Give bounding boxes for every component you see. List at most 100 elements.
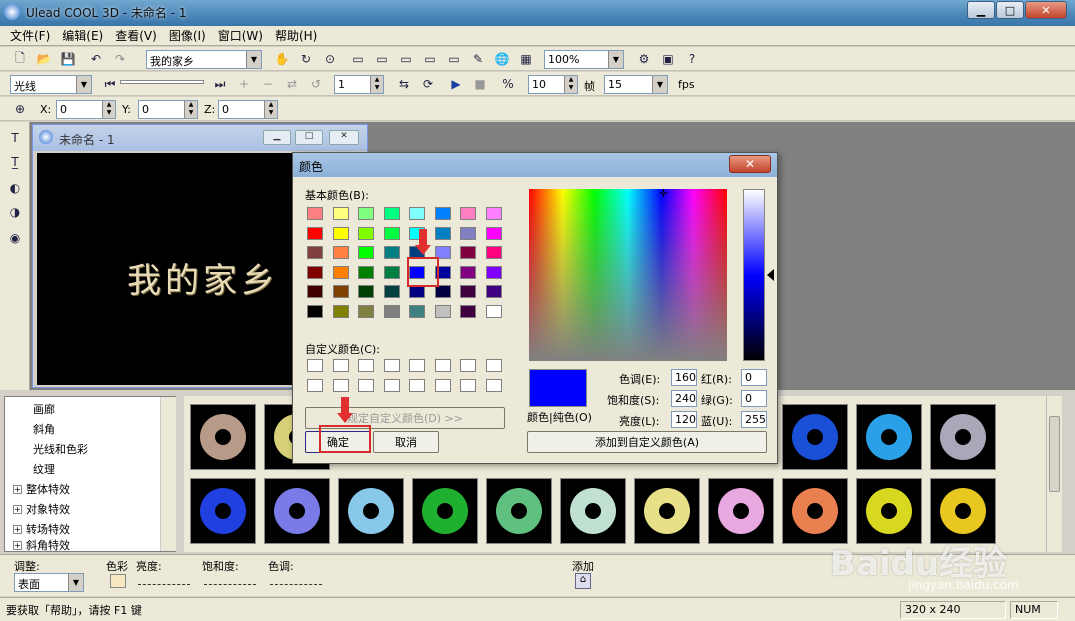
basic-color-swatch[interactable] [434, 304, 451, 318]
custom-color-swatch[interactable] [307, 359, 323, 372]
text-object-select[interactable]: 我的家乡 ▼ [146, 50, 262, 69]
basic-color-swatch[interactable] [307, 304, 323, 318]
last-key-icon[interactable]: ⏭ [210, 74, 230, 94]
basic-color-swatch[interactable] [460, 304, 476, 318]
doc-maximize-button[interactable]: □ [295, 130, 323, 145]
menu-file[interactable]: 文件(F) [4, 27, 56, 44]
basic-color-swatch[interactable] [307, 207, 323, 220]
custom-color-swatch[interactable] [434, 359, 451, 372]
sat-field[interactable]: 240 [671, 390, 697, 407]
frames-total-spinner[interactable]: 10 ▲ ▼ [528, 75, 578, 94]
close-button[interactable]: ✕ [1025, 1, 1067, 19]
add-to-custom-colors-button[interactable]: 添加到自定义颜色(A) [527, 431, 767, 453]
custom-color-swatch[interactable] [332, 379, 349, 392]
basic-color-swatch[interactable] [485, 265, 502, 279]
dialog-close-button[interactable]: ✕ [729, 155, 771, 173]
tree-item-texture[interactable]: 纹理 [33, 461, 55, 477]
edit-text-icon[interactable]: T̲ [5, 152, 25, 172]
basic-color-swatch[interactable] [460, 226, 476, 240]
effect-thumbnail[interactable] [190, 404, 256, 470]
chart-icon[interactable]: ▦ [516, 49, 536, 69]
basic-color-swatch[interactable] [307, 246, 323, 259]
custom-color-swatch[interactable] [485, 359, 502, 372]
basic-color-swatch[interactable] [307, 285, 323, 298]
pingpong-icon[interactable]: ⟳ [418, 74, 438, 94]
basic-color-swatch[interactable] [485, 246, 502, 259]
globe-icon[interactable]: 🌐 [492, 49, 512, 69]
save-icon[interactable]: 💾 [58, 49, 78, 69]
tree-item-bevel-fx[interactable]: + 斜角特效 [13, 539, 70, 551]
image-icon[interactable]: ▣ [658, 49, 678, 69]
y-spinner[interactable]: 0 ▲ ▼ [138, 100, 198, 119]
custom-color-swatch[interactable] [358, 359, 374, 372]
tree-item-light-color[interactable]: 光线和色彩 [33, 441, 88, 457]
basic-color-swatch[interactable] [383, 226, 400, 240]
custom-color-swatch[interactable] [485, 379, 502, 392]
brightness-slider[interactable] [138, 577, 190, 585]
basic-color-swatch[interactable] [332, 207, 349, 220]
basic-color-swatch[interactable] [485, 285, 502, 298]
expand-icon[interactable]: + [13, 484, 22, 494]
menu-help[interactable]: 帮助(H) [269, 27, 323, 44]
basic-color-swatch[interactable] [358, 246, 374, 259]
basic-color-swatch[interactable] [358, 304, 374, 318]
rotate-object-icon[interactable]: ↻ [296, 49, 316, 69]
basic-color-swatch[interactable] [460, 246, 476, 259]
basic-color-swatch[interactable] [307, 226, 323, 240]
basic-color-swatch[interactable] [332, 226, 349, 240]
expand-icon[interactable]: + [13, 540, 22, 550]
basic-color-swatch[interactable] [332, 285, 349, 298]
custom-color-swatch[interactable] [460, 359, 476, 372]
custom-color-swatch[interactable] [434, 379, 451, 392]
basic-color-swatch[interactable] [383, 285, 400, 298]
custom-color-swatch[interactable] [409, 379, 425, 392]
luminance-bar[interactable] [743, 189, 765, 361]
red-field[interactable]: 0 [741, 369, 767, 386]
basic-color-swatch[interactable] [409, 207, 425, 220]
effect-thumbnail[interactable] [856, 404, 922, 470]
fps-select[interactable]: 15 ▼ [604, 75, 668, 94]
effect-thumbnail[interactable] [412, 478, 478, 544]
menu-edit[interactable]: 编辑(E) [56, 27, 109, 44]
effect-thumbnail[interactable] [190, 478, 256, 544]
minimize-button[interactable]: ▁ [967, 1, 995, 19]
basic-color-swatch[interactable] [409, 304, 425, 318]
effect-thumbnail[interactable] [782, 478, 848, 544]
edit-graphic-icon[interactable]: ◑ [5, 202, 25, 222]
effect-thumbnail[interactable] [930, 478, 996, 544]
tree-item-object-fx[interactable]: + 对象特效 [13, 501, 70, 517]
add-home-icon[interactable]: ⌂ [575, 573, 591, 589]
basic-color-swatch[interactable] [332, 246, 349, 259]
basic-color-swatch[interactable] [460, 285, 476, 298]
basic-color-swatch[interactable] [332, 265, 349, 279]
remove-key-icon[interactable]: − [258, 74, 278, 94]
basic-color-swatch[interactable] [332, 304, 349, 318]
basic-color-swatch[interactable] [485, 226, 502, 240]
custom-color-swatch[interactable] [383, 359, 400, 372]
basic-color-swatch[interactable] [485, 207, 502, 220]
surface-select[interactable]: 表面 ▼ [14, 573, 84, 592]
lum-field[interactable]: 120 [671, 411, 697, 428]
maximize-button[interactable]: □ [996, 1, 1024, 19]
gallery-scrollbar[interactable] [1046, 396, 1062, 552]
basic-color-swatch[interactable] [434, 226, 451, 240]
custom-color-swatch[interactable] [383, 379, 400, 392]
basic-color-swatch[interactable] [460, 265, 476, 279]
pen-icon[interactable]: ✎ [468, 49, 488, 69]
undo-icon[interactable]: ↶ [86, 49, 106, 69]
scroll-thumb[interactable] [1049, 416, 1060, 492]
expand-icon[interactable]: + [13, 524, 22, 534]
effect-thumbnail[interactable] [634, 478, 700, 544]
basic-color-swatch[interactable] [307, 265, 323, 279]
loop-icon[interactable]: ⇆ [394, 74, 414, 94]
basic-color-swatch[interactable] [358, 285, 374, 298]
hue-field[interactable]: 160 [671, 369, 697, 386]
first-key-icon[interactable]: ⏮ [100, 74, 120, 94]
insert-geometry-icon[interactable]: ◉ [5, 228, 25, 248]
timing-icon[interactable]: % [498, 74, 518, 94]
frame-spinner[interactable]: 1 ▲ ▼ [334, 75, 384, 94]
tree-scrollbar[interactable] [160, 397, 176, 551]
effect-thumbnail[interactable] [486, 478, 552, 544]
custom-color-swatch[interactable] [460, 379, 476, 392]
effect-thumbnail[interactable] [782, 404, 848, 470]
